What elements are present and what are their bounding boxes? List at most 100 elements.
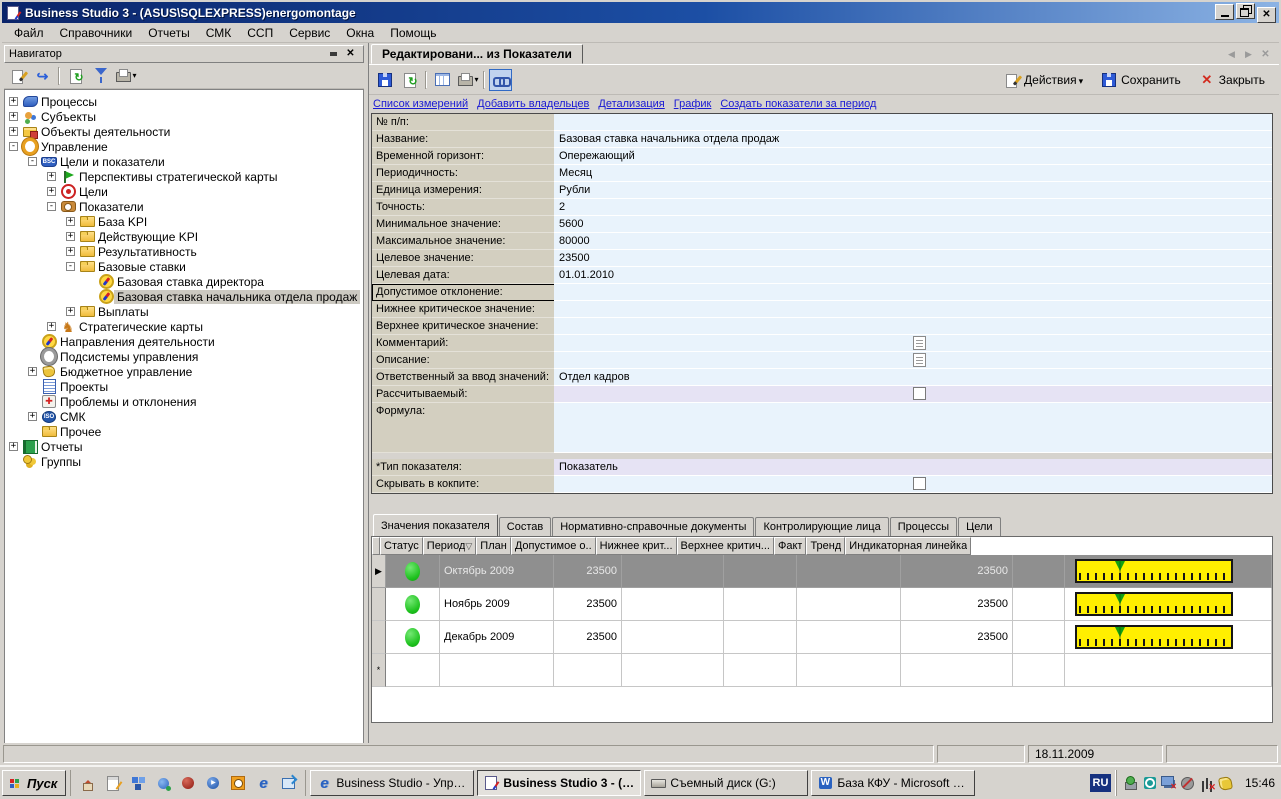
grid-column-header[interactable]: План: [476, 537, 511, 555]
form-row-value[interactable]: Показатель: [554, 459, 1272, 476]
command-link[interactable]: Список измерений: [373, 98, 468, 110]
tree-expander-icon[interactable]: -: [9, 142, 18, 151]
window-control-button[interactable]: [1257, 7, 1276, 23]
form-row-value[interactable]: [554, 403, 1272, 453]
navigator-header-button[interactable]: [342, 47, 359, 62]
grid-column-header[interactable]: Верхнее критич...: [677, 537, 774, 555]
form-row-value[interactable]: [554, 476, 1272, 493]
tree-expander-icon[interactable]: +: [66, 232, 75, 241]
open-text-editor-button[interactable]: [913, 336, 926, 350]
form-row-value[interactable]: 80000: [554, 233, 1272, 250]
quick-launch-button[interactable]: [152, 772, 174, 794]
form-row-value[interactable]: Опережающий: [554, 148, 1272, 165]
action-button[interactable]: Сохранить: [1097, 70, 1185, 90]
tree-expander-icon[interactable]: +: [66, 217, 75, 226]
grid-row[interactable]: ▶ Декабрь 2009 23500 23500: [372, 621, 1272, 654]
navigator-header-button[interactable]: [325, 47, 342, 62]
tree-item[interactable]: Проблемы и отклонения: [5, 394, 363, 409]
menu-item[interactable]: Отчеты: [140, 24, 197, 42]
tree-item[interactable]: + Действующие KPI: [5, 229, 363, 244]
tree-item[interactable]: + Субъекты: [5, 109, 363, 124]
tree-item[interactable]: Группы: [5, 454, 363, 469]
navigator-toolbar-button[interactable]: [89, 65, 112, 87]
quick-launch-button[interactable]: [252, 772, 274, 794]
menu-item[interactable]: Окна: [338, 24, 382, 42]
open-text-editor-button[interactable]: [913, 353, 926, 367]
command-link[interactable]: График: [674, 98, 712, 110]
editor-toolbar-button[interactable]: [398, 69, 421, 91]
detail-tab[interactable]: Цели: [958, 517, 1000, 536]
action-button[interactable]: Действия: [1000, 70, 1087, 90]
quick-launch-button[interactable]: [227, 772, 249, 794]
tree-item[interactable]: + Результативность: [5, 244, 363, 259]
tree-item[interactable]: + Выплаты: [5, 304, 363, 319]
tree-item[interactable]: Проекты: [5, 379, 363, 394]
form-row-value[interactable]: [554, 386, 1272, 403]
tree-expander-icon[interactable]: +: [9, 97, 18, 106]
grid-row[interactable]: ▶ Октябрь 2009 23500 23500: [372, 555, 1272, 588]
tree-item[interactable]: - Базовые ставки: [5, 259, 363, 274]
quick-launch-button[interactable]: [77, 772, 99, 794]
form-row-value[interactable]: 23500: [554, 250, 1272, 267]
start-button[interactable]: Пуск: [2, 770, 66, 796]
tree-item[interactable]: + СМК: [5, 409, 363, 424]
window-control-button[interactable]: [1215, 4, 1234, 20]
tree-expander-icon[interactable]: +: [9, 112, 18, 121]
form-row-value[interactable]: Отдел кадров: [554, 369, 1272, 386]
checkbox[interactable]: [913, 477, 926, 490]
navigator-toolbar-button[interactable]: [114, 65, 137, 87]
quick-launch-button[interactable]: [202, 772, 224, 794]
grid-column-header[interactable]: Статус: [380, 537, 423, 555]
tree-item[interactable]: Прочее: [5, 424, 363, 439]
tray-icon[interactable]: [1142, 775, 1158, 791]
form-row-value[interactable]: 5600: [554, 216, 1272, 233]
editor-toolbar-button[interactable]: [483, 71, 485, 89]
task-window-button[interactable]: Business Studio - Управ...: [310, 770, 474, 796]
grid-column-header[interactable]: [372, 537, 380, 555]
tree-item[interactable]: + Перспективы стратегической карты: [5, 169, 363, 184]
editor-toolbar-button[interactable]: [456, 69, 479, 91]
form-row-value[interactable]: Базовая ставка начальника отдела продаж: [554, 131, 1272, 148]
tree-expander-icon[interactable]: +: [47, 187, 56, 196]
tab-nav-button[interactable]: [1260, 49, 1271, 60]
quick-launch-button[interactable]: [102, 772, 124, 794]
tree-item[interactable]: + База KPI: [5, 214, 363, 229]
window-control-button[interactable]: [1236, 3, 1255, 19]
task-window-button[interactable]: Business Studio 3 - (ASU...: [477, 770, 641, 796]
tree-item[interactable]: - Управление: [5, 139, 363, 154]
tray-icon[interactable]: [1180, 775, 1196, 791]
editor-toolbar-button[interactable]: [425, 71, 427, 89]
grid-column-header[interactable]: Факт: [774, 537, 806, 555]
tree-expander-icon[interactable]: +: [9, 442, 18, 451]
tree-item[interactable]: Базовая ставка директора: [5, 274, 363, 289]
form-row-value[interactable]: [554, 352, 1272, 369]
quick-launch-button[interactable]: [177, 772, 199, 794]
navigator-toolbar-button[interactable]: [31, 65, 54, 87]
grid-column-header[interactable]: Тренд: [806, 537, 845, 555]
splitter[interactable]: [369, 494, 1279, 514]
task-window-button[interactable]: Съемный диск (G:): [644, 770, 808, 796]
editor-toolbar-button[interactable]: [431, 69, 454, 91]
navigator-toolbar-button[interactable]: [58, 67, 60, 85]
form-row-value[interactable]: [554, 318, 1272, 335]
grid-column-header[interactable]: Допустимое о..: [511, 537, 596, 555]
tab-nav-button[interactable]: [1243, 49, 1254, 60]
tray-icon[interactable]: [1199, 775, 1215, 791]
form-row-value[interactable]: Месяц: [554, 165, 1272, 182]
tree-expander-icon[interactable]: +: [66, 307, 75, 316]
tree-item[interactable]: - Показатели: [5, 199, 363, 214]
form-row-value[interactable]: Рубли: [554, 182, 1272, 199]
grid-column-header[interactable]: Нижнее крит...: [596, 537, 677, 555]
grid-new-row[interactable]: *: [372, 654, 1272, 687]
navigator-toolbar-button[interactable]: [6, 65, 29, 87]
command-link[interactable]: Детализация: [598, 98, 664, 110]
detail-tab[interactable]: Значения показателя: [373, 514, 498, 536]
form-row-value[interactable]: [554, 301, 1272, 318]
tree-item[interactable]: Направления деятельности: [5, 334, 363, 349]
checkbox[interactable]: [913, 387, 926, 400]
tree-item[interactable]: + Процессы: [5, 94, 363, 109]
tree-item[interactable]: + Отчеты: [5, 439, 363, 454]
command-link[interactable]: Добавить владельцев: [477, 98, 589, 110]
tree-item[interactable]: Базовая ставка начальника отдела продаж: [5, 289, 363, 304]
form-row-value[interactable]: [554, 335, 1272, 352]
